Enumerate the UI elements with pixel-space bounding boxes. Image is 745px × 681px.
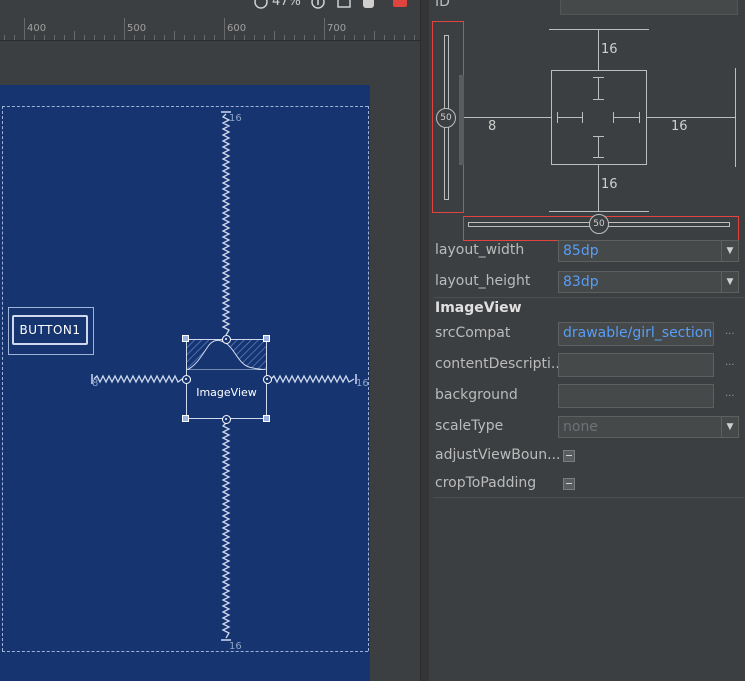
layout-height-value[interactable]: 83dp [558, 271, 722, 293]
layout-height-label: layout_height [435, 273, 531, 289]
background-browse-button[interactable]: ... [725, 388, 735, 399]
layout-width-label: layout_width [435, 242, 525, 258]
adjust-view-bounds-label: adjustViewBoun... [435, 447, 561, 463]
section-divider [433, 497, 745, 498]
layout-width-dropdown[interactable]: ▼ [721, 240, 739, 262]
margin-right-label: 16 [356, 378, 369, 389]
vertical-bias-slider[interactable]: 50 [436, 108, 456, 128]
anchor-bottom[interactable] [222, 415, 231, 424]
top-constraint-cap [549, 29, 649, 30]
background-field[interactable] [558, 384, 714, 408]
bottom-constraint-cap [549, 211, 649, 212]
crop-to-padding-label: cropToPadding [435, 475, 537, 491]
bottom-constraint-line[interactable] [598, 165, 599, 211]
horizontal-bias-slider[interactable]: 50 [589, 214, 609, 234]
left-constraint-line[interactable] [464, 117, 551, 118]
content-description-label: contentDescripti... [435, 356, 565, 372]
margin-left-label: 8 [92, 378, 99, 389]
scale-type-label: scaleType [435, 418, 504, 434]
top-constraint-line[interactable] [598, 29, 599, 70]
adjust-view-bounds-checkbox[interactable] [563, 450, 575, 462]
anchor-top[interactable] [222, 335, 231, 344]
anchor-right[interactable] [263, 375, 272, 384]
src-compat-field[interactable]: drawable/girl_section [558, 322, 714, 346]
height-marker-bottom[interactable] [598, 136, 599, 158]
content-description-field[interactable] [558, 353, 714, 377]
layout-height-dropdown[interactable]: ▼ [721, 271, 739, 293]
scale-type-dropdown[interactable]: ▼ [721, 416, 739, 438]
bottom-margin-value[interactable]: 16 [601, 177, 618, 192]
image-preview-icon [187, 340, 266, 370]
height-marker-top[interactable] [598, 77, 599, 99]
background-label: background [435, 387, 518, 403]
top-margin-value[interactable]: 16 [601, 42, 618, 57]
src-compat-browse-button[interactable]: ... [725, 326, 735, 337]
resize-handle-bottom-left[interactable] [182, 415, 189, 422]
section-divider [433, 297, 745, 298]
button1-widget[interactable]: BUTTON1 [12, 315, 88, 345]
right-constraint-line[interactable] [647, 117, 735, 118]
imageview-widget[interactable] [186, 339, 267, 419]
layout-width-value[interactable]: 85dp [558, 240, 722, 262]
id-label: ID [435, 0, 450, 10]
anchor-left[interactable] [182, 375, 191, 384]
right-constraint-cap [735, 68, 736, 167]
scale-type-value[interactable]: none [558, 416, 722, 438]
left-margin-value[interactable]: 8 [488, 119, 496, 134]
crop-to-padding-checkbox[interactable] [563, 478, 575, 490]
margin-bottom-label: 16 [229, 641, 242, 652]
width-marker-right[interactable] [613, 117, 639, 118]
id-field[interactable] [560, 0, 738, 15]
width-marker-left[interactable] [557, 117, 583, 118]
margin-top-label: 16 [229, 113, 242, 124]
section-title-imageview: ImageView [435, 300, 522, 316]
src-compat-label: srcCompat [435, 325, 511, 341]
resize-handle-top-left[interactable] [182, 335, 189, 342]
right-margin-value[interactable]: 16 [671, 119, 688, 134]
left-constraint-bar [459, 75, 464, 165]
imageview-label: ImageView [196, 386, 257, 399]
resize-handle-bottom-right[interactable] [263, 415, 270, 422]
content-description-browse-button[interactable]: ... [725, 357, 735, 368]
resize-handle-top-right[interactable] [263, 335, 270, 342]
